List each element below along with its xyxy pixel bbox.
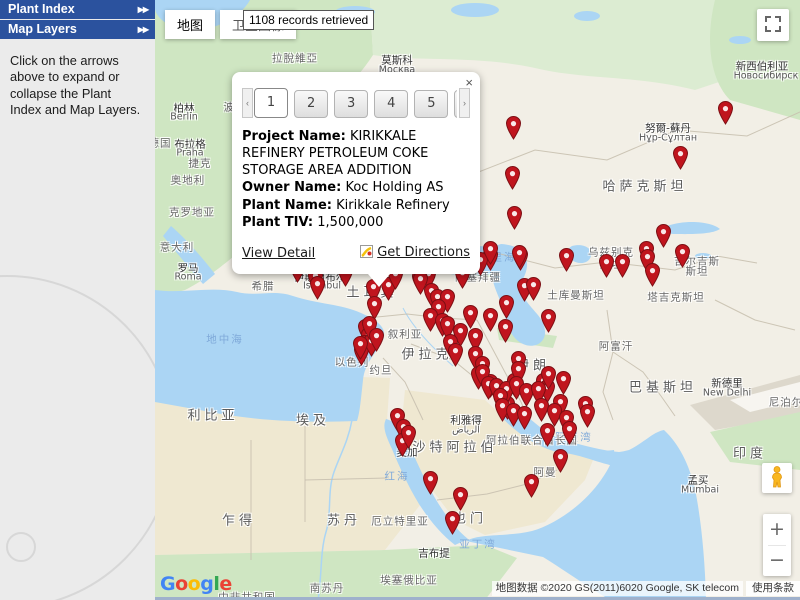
- view-detail-link[interactable]: View Detail: [242, 246, 315, 261]
- map-pin[interactable]: [483, 308, 498, 332]
- page-tab-6[interactable]: 6: [454, 90, 457, 118]
- pagination: ‹ 1 2 3 4 5 6 ›: [242, 88, 470, 118]
- zoom-control: + −: [763, 514, 791, 576]
- map-type-button[interactable]: 地图: [165, 10, 215, 39]
- map-pin[interactable]: [353, 336, 368, 360]
- page-tab-3[interactable]: 3: [334, 90, 368, 118]
- map-pin[interactable]: [499, 295, 514, 319]
- google-logo[interactable]: Google: [160, 573, 232, 595]
- popup-links: View Detail Get Directions: [242, 245, 470, 262]
- popup-fields: Project Name: KIRIKKALE REFINERY PETROLE…: [242, 128, 470, 231]
- street-view-pegman-button[interactable]: [762, 463, 792, 493]
- map-layers-label: Map Layers: [8, 22, 77, 36]
- plant-index-label: Plant Index: [8, 2, 75, 16]
- map-pin[interactable]: [369, 328, 384, 352]
- map-pin[interactable]: [645, 263, 660, 287]
- popup-tail: [368, 274, 390, 287]
- map-pin[interactable]: [507, 206, 522, 230]
- expand-arrows-icon[interactable]: ▶▶: [138, 20, 148, 39]
- watermark-circle-small: [6, 532, 36, 562]
- map-pin[interactable]: [562, 421, 577, 445]
- map-pin[interactable]: [553, 449, 568, 473]
- sidebar-panel-plant-index[interactable]: Plant Index ▶▶: [0, 0, 155, 19]
- map-pin[interactable]: [517, 406, 532, 430]
- page-tab-5[interactable]: 5: [414, 90, 448, 118]
- map-pin[interactable]: [580, 404, 595, 428]
- expand-arrows-icon[interactable]: ▶▶: [138, 0, 148, 19]
- map-pin[interactable]: [448, 343, 463, 367]
- map-pin[interactable]: [718, 101, 733, 125]
- get-directions-link[interactable]: Get Directions: [360, 245, 470, 262]
- field-owner-name: Owner Name: Koc Holding AS: [242, 180, 444, 195]
- map-pin[interactable]: [540, 423, 555, 447]
- page-tab-4[interactable]: 4: [374, 90, 408, 118]
- sidebar-help-text: Click on the arrows above to expand or c…: [10, 53, 145, 119]
- map-pin[interactable]: [483, 241, 498, 265]
- field-plant-name: Plant Name: Kirikkale Refinery: [242, 198, 450, 213]
- zoom-in-button[interactable]: +: [763, 514, 791, 545]
- map-pin[interactable]: [453, 487, 468, 511]
- page-tab-2[interactable]: 2: [294, 90, 328, 118]
- map-pin[interactable]: [559, 248, 574, 272]
- map-attribution: 地图数据 ©2020 GS(2011)6020 Google, SK telec…: [492, 581, 743, 596]
- map-pin[interactable]: [599, 254, 614, 278]
- map-pin[interactable]: [526, 277, 541, 301]
- map-pin[interactable]: [498, 319, 513, 343]
- map-pin[interactable]: [463, 305, 478, 329]
- map-pin[interactable]: [310, 276, 325, 300]
- map-canvas[interactable]: 拉脫維亞莫斯科Москва柏林Berlin波兰德国布拉格Praha捷克奥地利克罗…: [155, 0, 800, 600]
- page-next-button[interactable]: ›: [459, 88, 470, 118]
- map-pin[interactable]: [401, 425, 416, 449]
- page-tabs: 1 2 3 4 5 6: [254, 88, 457, 118]
- sidebar: Plant Index ▶▶ Map Layers ▶▶ Click on th…: [0, 0, 155, 600]
- app-window: Plant Index ▶▶ Map Layers ▶▶ Click on th…: [0, 0, 800, 600]
- info-popup: × ‹ 1 2 3 4 5 6 › Project Name: KIRIKKAL…: [232, 72, 480, 274]
- map-pin[interactable]: [445, 511, 460, 535]
- zoom-out-button[interactable]: −: [763, 546, 791, 577]
- page-prev-button[interactable]: ‹: [242, 88, 253, 118]
- directions-icon: [360, 245, 373, 262]
- map-pin[interactable]: [423, 471, 438, 495]
- map-pin[interactable]: [656, 224, 671, 248]
- map-pin[interactable]: [675, 244, 690, 268]
- map-pin[interactable]: [673, 146, 688, 170]
- sidebar-panel-map-layers[interactable]: Map Layers ▶▶: [0, 20, 155, 39]
- map-pin[interactable]: [556, 371, 571, 395]
- map-pin[interactable]: [541, 309, 556, 333]
- page-tab-1[interactable]: 1: [254, 88, 288, 118]
- map-pin[interactable]: [541, 366, 556, 390]
- field-project-name: Project Name: KIRIKKALE REFINERY PETROLE…: [242, 129, 428, 178]
- records-tooltip: 1108 records retrieved: [243, 10, 374, 30]
- terms-of-use-link[interactable]: 使用条款: [746, 581, 800, 596]
- map-pin[interactable]: [524, 474, 539, 498]
- map-pin[interactable]: [505, 166, 520, 190]
- map-pin[interactable]: [506, 116, 521, 140]
- map-pin[interactable]: [512, 245, 527, 269]
- pegman-icon: [769, 466, 785, 488]
- map-pin[interactable]: [615, 254, 630, 278]
- field-plant-tiv: Plant TIV: 1,500,000: [242, 215, 383, 230]
- fullscreen-icon: [765, 16, 781, 32]
- fullscreen-button[interactable]: [757, 9, 789, 41]
